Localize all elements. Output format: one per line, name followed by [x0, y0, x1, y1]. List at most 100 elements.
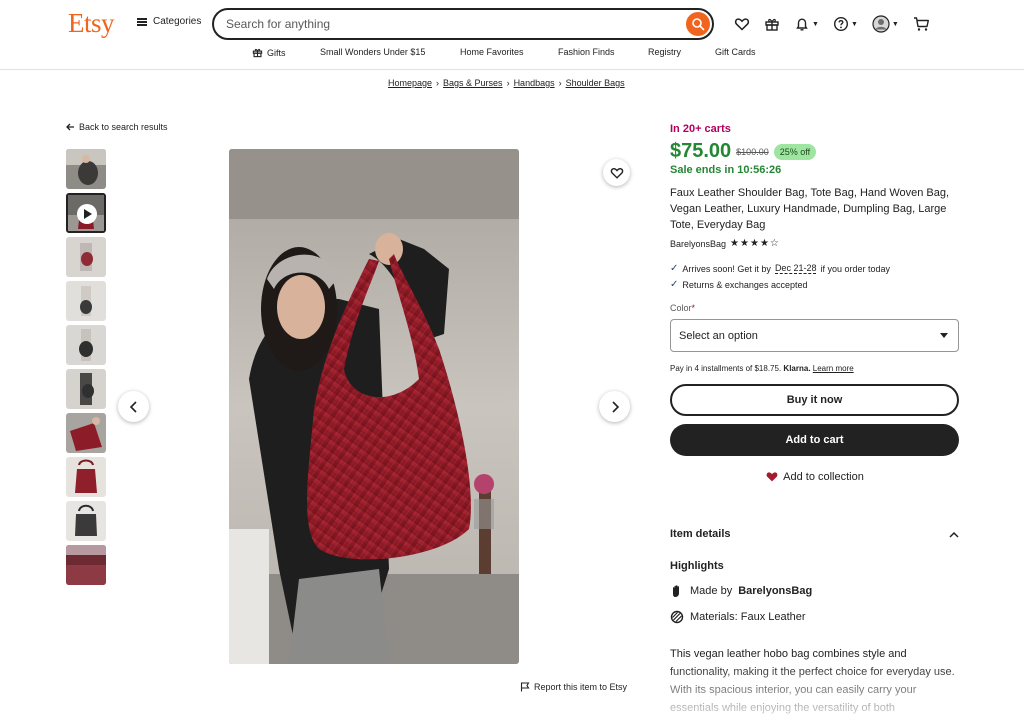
- categories-button[interactable]: Categories: [137, 16, 201, 27]
- returns-label: Returns & exchanges accepted: [682, 279, 808, 290]
- product-thumbnail[interactable]: [66, 501, 106, 541]
- etsy-logo[interactable]: Etsy: [68, 8, 115, 39]
- materials-row: Materials: Faux Leather: [670, 610, 806, 624]
- product-thumbnail[interactable]: [66, 457, 106, 497]
- thumbnail-image: [66, 237, 106, 277]
- favorite-item-button[interactable]: [603, 159, 630, 186]
- breadcrumb-handbags[interactable]: Handbags: [514, 78, 555, 88]
- gift-icon: [252, 48, 263, 58]
- klarna-installments: Pay in 4 installments of $18.75. Klarna.…: [670, 364, 854, 373]
- favorites-button[interactable]: [734, 16, 750, 32]
- nav-registry[interactable]: Registry: [648, 47, 681, 57]
- check-icon: ✓: [670, 279, 679, 290]
- breadcrumb: Homepage › Bags & Purses › Handbags › Shoulder…: [388, 78, 625, 88]
- product-thumbnail[interactable]: [66, 149, 106, 189]
- bell-icon: [796, 18, 808, 31]
- help-button[interactable]: ▼: [833, 16, 858, 32]
- breadcrumb-shoulder-bags[interactable]: Shoulder Bags: [566, 78, 625, 88]
- back-link-label: Back to search results: [79, 122, 168, 132]
- add-to-collection-label: Add to collection: [783, 470, 864, 483]
- category-nav: Gifts Small Wonders Under $15 Home Favor…: [0, 47, 1024, 63]
- site-header: Etsy Categories Search for anything ▼ ▼ …: [0, 0, 1024, 70]
- klarna-learn-more-link[interactable]: Learn more: [813, 364, 854, 373]
- original-price: $100.00: [736, 146, 769, 157]
- notifications-button[interactable]: ▼: [794, 16, 819, 32]
- price-row: $75.00 $100.00 25% off: [670, 140, 817, 163]
- heart-icon: [734, 18, 750, 31]
- categories-label: Categories: [153, 16, 202, 27]
- thumbnail-image: [66, 369, 106, 409]
- arrival-dates[interactable]: Dec 21-28: [774, 263, 817, 274]
- breadcrumb-separator: ›: [506, 78, 510, 88]
- buy-it-now-button[interactable]: Buy it now: [670, 384, 959, 416]
- chevron-up-icon: [949, 531, 959, 538]
- product-video-thumbnail[interactable]: [66, 193, 106, 233]
- item-details-toggle[interactable]: Item details: [670, 528, 959, 540]
- nav-label: Gift Cards: [715, 47, 756, 57]
- nav-gift-cards[interactable]: Gift Cards: [715, 47, 756, 57]
- menu-icon: [137, 17, 147, 26]
- nav-label: Fashion Finds: [558, 47, 615, 57]
- arrival-info: ✓ Arrives soon! Get it by Dec 21-28 if y…: [670, 263, 890, 274]
- search-button[interactable]: [686, 12, 710, 36]
- heart-filled-icon: [766, 472, 778, 482]
- add-to-cart-button[interactable]: Add to cart: [670, 424, 959, 456]
- item-details-heading: Item details: [670, 528, 731, 540]
- account-button[interactable]: ▼: [872, 15, 899, 33]
- returns-info: ✓ Returns & exchanges accepted: [670, 279, 807, 290]
- nav-label: Home Favorites: [460, 47, 524, 57]
- thumbnail-image: [66, 501, 106, 541]
- back-to-search-link[interactable]: Back to search results: [66, 122, 168, 132]
- gift-mode-button[interactable]: [764, 16, 780, 32]
- product-thumbnail[interactable]: [66, 545, 106, 585]
- made-by-shop-link[interactable]: BarelyonsBag: [738, 585, 812, 597]
- star-rating[interactable]: ★★★★☆: [730, 238, 780, 249]
- shop-name-link[interactable]: BarelyonsBag: [670, 239, 726, 249]
- required-asterisk: *: [691, 303, 696, 313]
- klarna-text: Pay in 4 installments of $18.75.: [670, 364, 782, 373]
- chevron-down-icon: ▼: [850, 20, 858, 28]
- breadcrumb-homepage[interactable]: Homepage: [388, 78, 432, 88]
- arrow-left-icon: [66, 123, 74, 131]
- nav-gifts[interactable]: Gifts: [252, 47, 286, 58]
- shop-rating-row: BarelyonsBag ★★★★☆: [670, 238, 780, 249]
- report-label: Report this item to Etsy: [534, 682, 628, 692]
- chevron-left-icon: [129, 400, 137, 413]
- add-to-collection-button[interactable]: Add to collection: [670, 470, 959, 483]
- next-image-button[interactable]: [599, 391, 630, 422]
- thumbnail-image: [66, 545, 106, 585]
- highlights-heading: Highlights: [670, 560, 724, 572]
- color-label-text: Color: [670, 303, 692, 313]
- nav-home-favorites[interactable]: Home Favorites: [460, 47, 524, 57]
- product-photo: [229, 149, 519, 664]
- klarna-logo: Klarna.: [783, 364, 811, 373]
- main-product-image[interactable]: [229, 149, 519, 664]
- sale-price: $75.00: [670, 140, 732, 162]
- nav-label: Registry: [648, 47, 682, 57]
- report-item-link[interactable]: Report this item to Etsy: [520, 682, 627, 692]
- cart-button[interactable]: [913, 16, 930, 32]
- color-select-value: Select an option: [679, 329, 758, 342]
- nav-fashion-finds[interactable]: Fashion Finds: [558, 47, 615, 57]
- header-icons: ▼ ▼ ▼: [734, 14, 944, 34]
- color-select[interactable]: Select an option: [670, 319, 959, 352]
- search-icon: [692, 18, 705, 31]
- materials-label: Materials: Faux Leather: [690, 611, 806, 623]
- product-thumbnail[interactable]: [66, 413, 106, 453]
- avatar-icon: [872, 15, 890, 33]
- product-thumbnail[interactable]: [66, 281, 106, 321]
- nav-small-wonders[interactable]: Small Wonders Under $15: [320, 47, 425, 57]
- discount-badge: 25% off: [773, 143, 817, 160]
- arrival-suffix: if you order today: [820, 263, 891, 274]
- breadcrumb-bags-purses[interactable]: Bags & Purses: [443, 78, 503, 88]
- chevron-down-icon: ▼: [891, 20, 899, 28]
- search-input[interactable]: [226, 16, 666, 32]
- play-icon: [77, 204, 97, 224]
- thumbnail-image: [66, 413, 106, 453]
- arrival-prefix: Arrives soon! Get it by: [682, 263, 771, 274]
- previous-image-button[interactable]: [118, 391, 149, 422]
- product-thumbnail[interactable]: [66, 237, 106, 277]
- product-thumbnail[interactable]: [66, 325, 106, 365]
- product-thumbnail[interactable]: [66, 369, 106, 409]
- flag-icon: [520, 682, 530, 692]
